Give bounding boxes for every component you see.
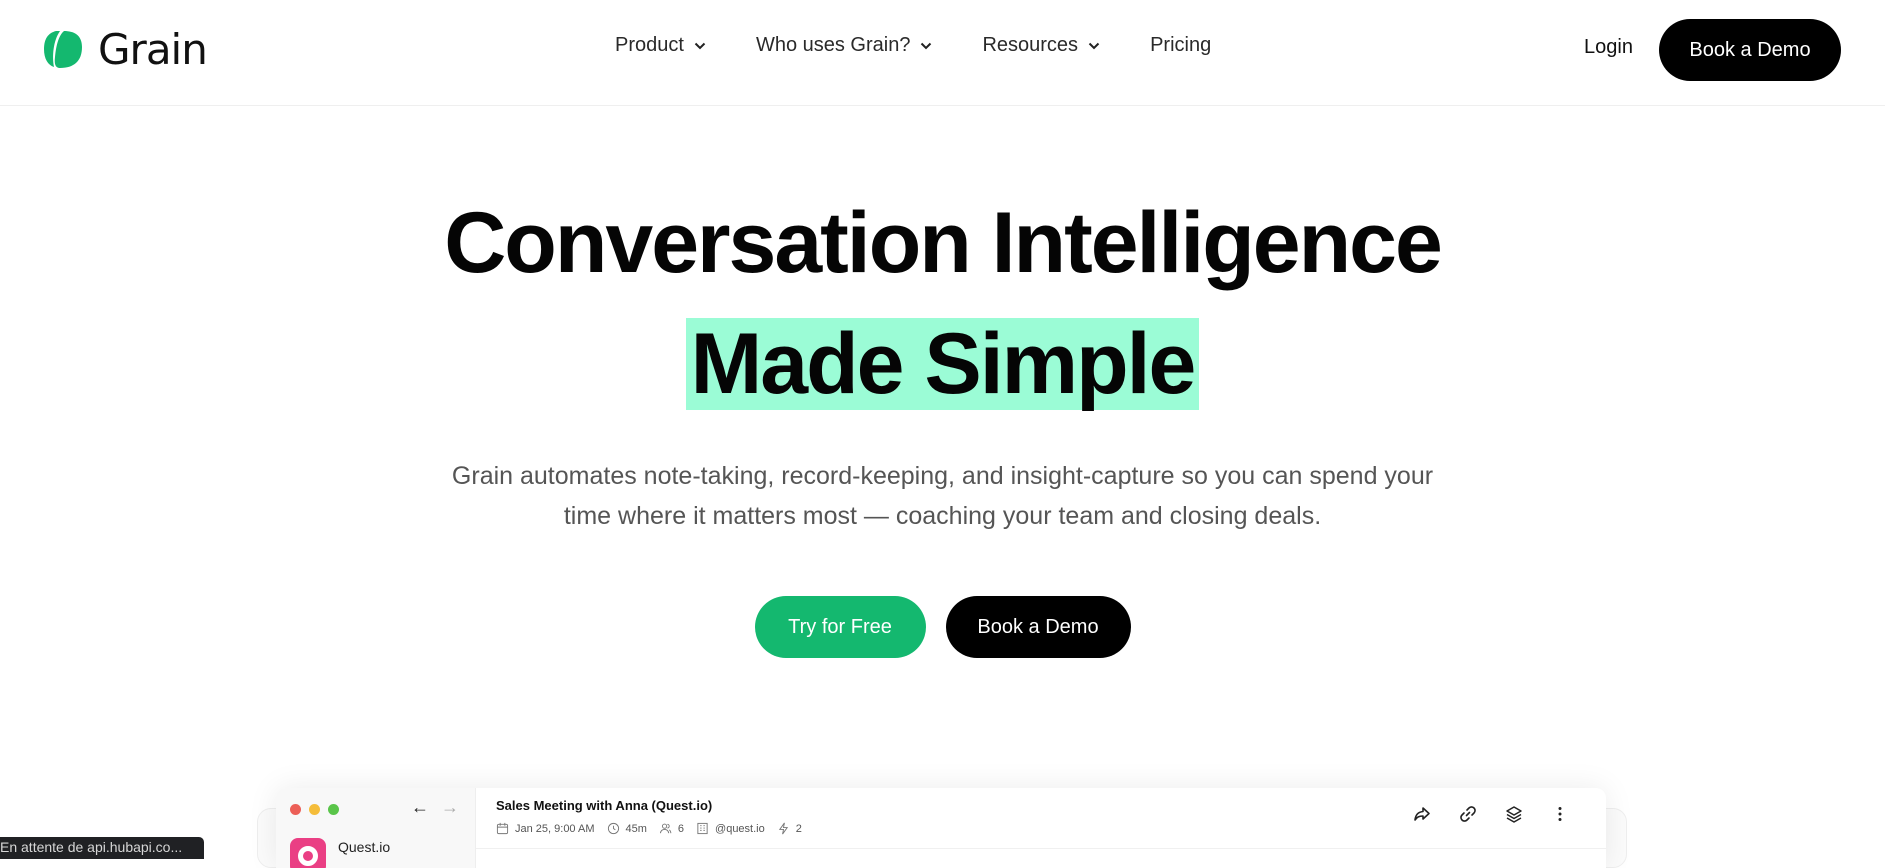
nav-label: Product xyxy=(615,34,684,56)
app-preview-sidebar: ← → Quest.io xyxy=(276,788,476,868)
nav-item-product[interactable]: Product xyxy=(615,34,706,57)
arrow-left-icon[interactable]: ← xyxy=(411,797,429,818)
calendar-icon xyxy=(496,822,509,835)
grain-logo[interactable]: Grain xyxy=(42,24,208,74)
chevron-down-icon xyxy=(1088,42,1100,49)
arrow-right-icon[interactable]: → xyxy=(441,797,459,818)
divider xyxy=(476,848,1606,849)
users-icon xyxy=(659,823,672,834)
grain-leaf-icon xyxy=(44,31,82,68)
chevron-down-icon xyxy=(694,42,706,49)
hero-subtitle-line1: Grain automates note-taking, record-keep… xyxy=(451,462,1434,490)
history-nav: ← → xyxy=(411,797,459,818)
header-book-demo-button[interactable]: Book a Demo xyxy=(1659,19,1841,81)
maximize-dot-icon[interactable] xyxy=(328,804,339,815)
nav-label: Pricing xyxy=(1150,34,1212,56)
app-preview: ← → Quest.io Sales Meeting with Anna (Qu… xyxy=(276,788,1606,868)
building-icon xyxy=(697,822,708,835)
meta-date: Jan 25, 9:00 AM xyxy=(496,822,595,835)
share-icon[interactable] xyxy=(1412,804,1432,824)
try-for-free-button[interactable]: Try for Free xyxy=(754,596,926,658)
app-preview-main: Sales Meeting with Anna (Quest.io) Jan 2… xyxy=(476,788,1606,868)
book-demo-button[interactable]: Book a Demo xyxy=(945,596,1131,658)
nav-item-pricing[interactable]: Pricing xyxy=(1150,34,1211,57)
more-vertical-icon[interactable] xyxy=(1550,804,1570,824)
meta-participants: 6 xyxy=(659,822,684,835)
meta-highlights-text: 2 xyxy=(795,822,802,835)
workspace-logo-icon xyxy=(290,838,326,868)
nav-label: Who uses Grain? xyxy=(755,34,911,56)
meta-duration-text: 45m xyxy=(625,822,647,835)
meta-date-text: Jan 25, 9:00 AM xyxy=(515,822,595,835)
hero-cta-row: Try for Free Book a Demo xyxy=(0,596,1885,658)
chevron-down-icon xyxy=(921,42,932,49)
minimize-dot-icon[interactable] xyxy=(309,804,320,815)
brand-name: Grain xyxy=(98,24,208,74)
meta-duration: 45m xyxy=(607,822,647,835)
nav-label: Resources xyxy=(982,34,1079,56)
meeting-title: Sales Meeting with Anna (Quest.io) xyxy=(496,798,713,813)
meeting-toolbar xyxy=(1412,804,1570,824)
hero-highlight-text: Made Simple xyxy=(685,318,1200,410)
meta-domain-text: @quest.io xyxy=(715,822,765,835)
workspace-name[interactable]: Quest.io xyxy=(338,839,390,855)
link-icon[interactable] xyxy=(1458,804,1478,824)
nav-item-who-uses-grain[interactable]: Who uses Grain? xyxy=(756,34,933,57)
meta-domain: @quest.io xyxy=(696,822,765,835)
close-dot-icon[interactable] xyxy=(290,804,301,815)
hero-subtitle: Grain automates note-taking, record-keep… xyxy=(0,456,1885,536)
meta-highlights: 2 xyxy=(777,822,802,835)
nav-item-resources[interactable]: Resources xyxy=(982,34,1100,57)
hero-subtitle-line2: time where it matters most — coaching yo… xyxy=(563,502,1322,530)
meta-participants-text: 6 xyxy=(677,822,685,835)
login-link[interactable]: Login xyxy=(1584,36,1633,59)
hero-title: Conversation Intelligence xyxy=(444,195,1443,291)
hero-title-line2: Made Simple xyxy=(0,318,1885,410)
window-controls xyxy=(290,804,339,815)
layers-icon[interactable] xyxy=(1504,804,1524,824)
clock-icon xyxy=(607,822,619,835)
meeting-meta: Jan 25, 9:00 AM 45m 6 @quest.io 2 xyxy=(496,822,802,835)
lightning-icon xyxy=(778,822,788,835)
site-header: Grain Product Who uses Grain? Resources … xyxy=(0,0,1885,106)
main-nav: Product Who uses Grain? Resources Pricin… xyxy=(615,34,1261,57)
